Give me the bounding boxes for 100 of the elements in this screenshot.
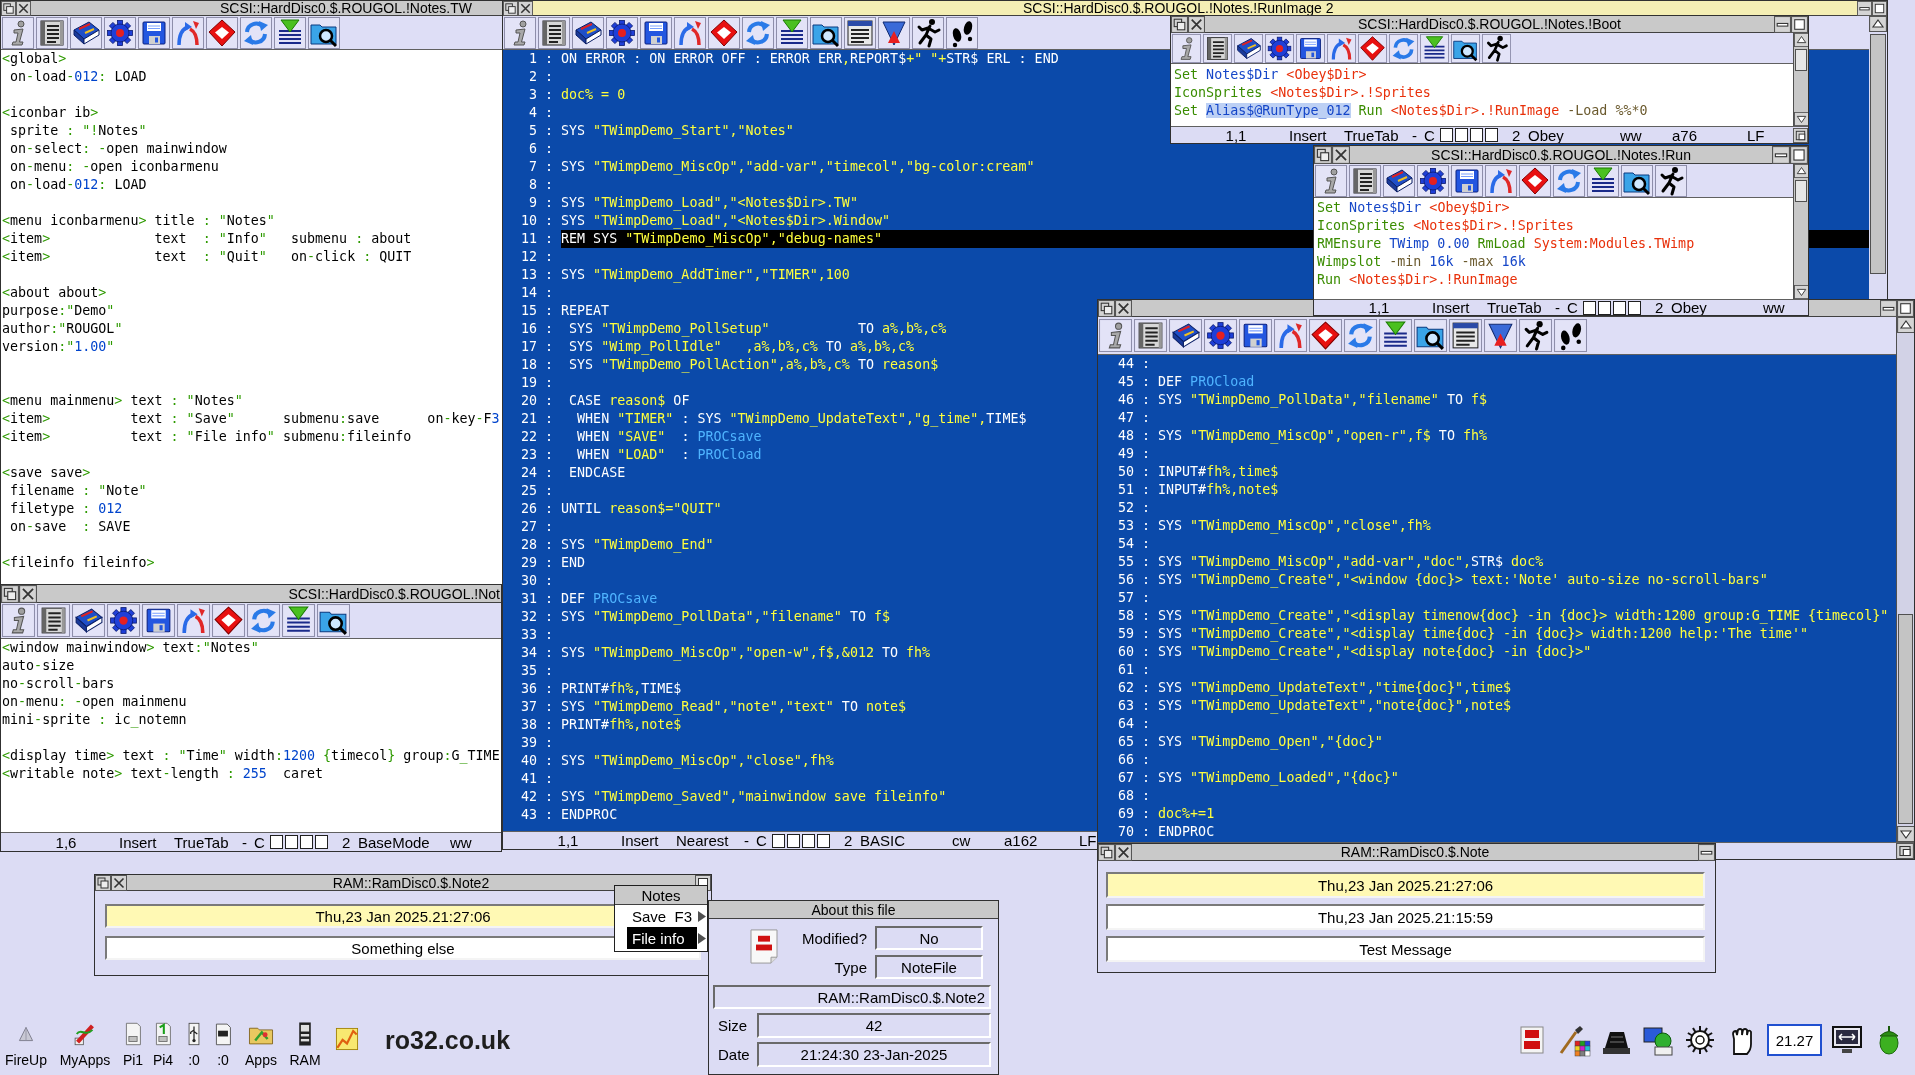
iconbar-item[interactable]: FireUp — [2, 1018, 50, 1068]
scroll-thumb[interactable] — [1795, 180, 1807, 202]
title-bar[interactable]: SCSI::HardDisc0.$.ROUGOL.!Not — [1, 585, 501, 603]
paintbrush-icon[interactable] — [1557, 1023, 1591, 1057]
gear-icon[interactable] — [104, 16, 136, 49]
running-figure-icon[interactable] — [1655, 164, 1687, 197]
iconbar-item[interactable]: :0 — [181, 1018, 207, 1068]
resize-icon[interactable] — [1896, 843, 1914, 859]
title-bar[interactable]: RAM::RamDisc0.$.Note2 — [95, 875, 711, 891]
close-icon[interactable] — [16, 1, 31, 16]
close-icon[interactable] — [1332, 146, 1350, 164]
info-icon[interactable] — [1099, 319, 1132, 352]
scroll-thumb[interactable] — [1795, 49, 1807, 71]
running-figure-icon[interactable] — [1519, 319, 1552, 352]
gear-icon[interactable] — [1204, 319, 1237, 352]
minimize-icon[interactable] — [1774, 16, 1791, 33]
info-icon[interactable] — [1172, 33, 1201, 63]
down-arrow-icon[interactable] — [1897, 826, 1914, 842]
curved-arrows-icon[interactable] — [1274, 319, 1307, 352]
arrow-into-page-icon[interactable] — [1587, 164, 1619, 197]
curved-arrows-icon[interactable] — [1485, 164, 1517, 197]
arrow-into-page-icon[interactable] — [274, 16, 306, 49]
resize-icon[interactable] — [1793, 127, 1808, 143]
arrow-into-page-icon[interactable] — [1420, 33, 1449, 63]
info-icon[interactable] — [2, 604, 35, 637]
iconbar-item[interactable]: RAM — [288, 1018, 322, 1068]
book-icon[interactable] — [70, 16, 102, 49]
overlapping-squares-icon[interactable] — [1314, 146, 1332, 164]
footprints-icon[interactable] — [1554, 319, 1587, 352]
gear-icon[interactable] — [1683, 1023, 1717, 1057]
arrow-into-page-icon[interactable] — [1379, 319, 1412, 352]
clock-display[interactable]: 21.27 — [1767, 1024, 1822, 1056]
overlapping-squares-icon[interactable] — [503, 1, 518, 16]
title-bar[interactable]: About this file — [709, 901, 998, 919]
iconbar-item[interactable]: MyApps — [56, 1018, 114, 1068]
text-area[interactable] — [1098, 355, 1896, 842]
text-panel-icon[interactable] — [36, 16, 68, 49]
title-bar[interactable]: SCSI::HardDisc0.$.ROUGOL.!Notes.!RunImage 2 — [503, 1, 1887, 16]
iconbar-item[interactable]: Apps — [243, 1018, 279, 1068]
book-icon[interactable] — [72, 604, 105, 637]
window-icon[interactable] — [844, 16, 876, 49]
diamond-icon[interactable] — [212, 604, 245, 637]
iconbar-item[interactable]: Pi1 — [120, 1018, 146, 1068]
text-panel-icon[interactable] — [1134, 319, 1167, 352]
footprints-icon[interactable] — [946, 16, 978, 49]
overlapping-squares-icon[interactable] — [1098, 300, 1115, 317]
overlapping-squares-icon[interactable] — [1, 1, 16, 16]
close-icon[interactable] — [111, 875, 127, 891]
folder-search-icon[interactable] — [317, 604, 350, 637]
running-figure-icon[interactable] — [912, 16, 944, 49]
gear-icon[interactable] — [606, 16, 638, 49]
book-icon[interactable] — [1169, 319, 1202, 352]
curved-arrows-icon[interactable] — [674, 16, 706, 49]
maximize-icon[interactable] — [1791, 16, 1808, 33]
diamond-icon[interactable] — [1309, 319, 1342, 352]
down-arrow-icon[interactable] — [1794, 285, 1808, 299]
up-arrow-icon[interactable] — [1897, 317, 1914, 333]
down-arrow-icon[interactable] — [1794, 112, 1808, 126]
gear-icon[interactable] — [107, 604, 140, 637]
window-icon[interactable] — [1449, 319, 1482, 352]
running-figure-icon[interactable] — [1482, 33, 1511, 63]
close-icon[interactable] — [1188, 16, 1205, 33]
maximize-icon[interactable] — [1897, 300, 1914, 317]
folder-search-icon[interactable] — [1414, 319, 1447, 352]
close-icon[interactable] — [1115, 844, 1132, 861]
folder-search-icon[interactable] — [810, 16, 842, 49]
overlapping-squares-icon[interactable] — [95, 875, 111, 891]
up-arrow-icon[interactable] — [1794, 33, 1808, 47]
folder-search-icon[interactable] — [1451, 33, 1480, 63]
title-bar[interactable]: SCSI::HardDisc0.$.ROUGOL.!Notes.!Boot — [1171, 16, 1808, 33]
gear-icon[interactable] — [1265, 33, 1294, 63]
text-area[interactable]: Set Notes$Dir <Obey$Dir> IconSprites <Notes$Dir>.!Sprites Set Alias$@RunType_012 Run <Notes$Dir>.!RunImage -Load %%*0 — [1171, 64, 1793, 126]
book-icon[interactable] — [572, 16, 604, 49]
iconbar-item[interactable]: Pi4 — [150, 1018, 176, 1068]
maximize-icon[interactable] — [1872, 1, 1887, 16]
scroll-thumb[interactable] — [1870, 34, 1886, 274]
text-panel-icon[interactable] — [1349, 164, 1381, 197]
minimize-icon[interactable] — [1857, 1, 1872, 16]
diamond-icon[interactable] — [1519, 164, 1551, 197]
info-icon[interactable] — [2, 16, 34, 49]
curved-arrows-icon[interactable] — [1327, 33, 1356, 63]
scroll-thumb[interactable] — [1898, 614, 1913, 824]
text-panel-icon[interactable] — [37, 604, 70, 637]
book-icon[interactable] — [1234, 33, 1263, 63]
minimize-icon[interactable] — [1880, 300, 1897, 317]
folder-search-icon[interactable] — [308, 16, 340, 49]
text-area[interactable]: Set Notes$Dir <Obey$Dir> IconSprites <Notes$Dir>.!Sprites RMEnsure TWimp 0.00 RmLoad System:Modules.TWimp Wimpslot -min 16k -max 16k Run <Notes$Dir>.!RunImage — [1314, 198, 1793, 299]
arrow-into-page-icon[interactable] — [776, 16, 808, 49]
text-panel-icon[interactable] — [1203, 33, 1232, 63]
gear-icon[interactable] — [1417, 164, 1449, 197]
overlapping-squares-icon[interactable] — [1, 585, 19, 603]
info-icon[interactable] — [1315, 164, 1347, 197]
folder-search-icon[interactable] — [1621, 164, 1653, 197]
iconbar-item[interactable]: :0 — [210, 1018, 236, 1068]
minimize-icon[interactable] — [1772, 146, 1790, 164]
info-icon[interactable] — [504, 16, 536, 49]
title-bar[interactable]: SCSI::HardDisc0.$.ROUGOL.!Notes.!Run — [1314, 146, 1808, 164]
overlapping-squares-icon[interactable] — [1098, 844, 1115, 861]
maximize-icon[interactable] — [1790, 146, 1808, 164]
curved-arrows-icon[interactable] — [177, 604, 210, 637]
